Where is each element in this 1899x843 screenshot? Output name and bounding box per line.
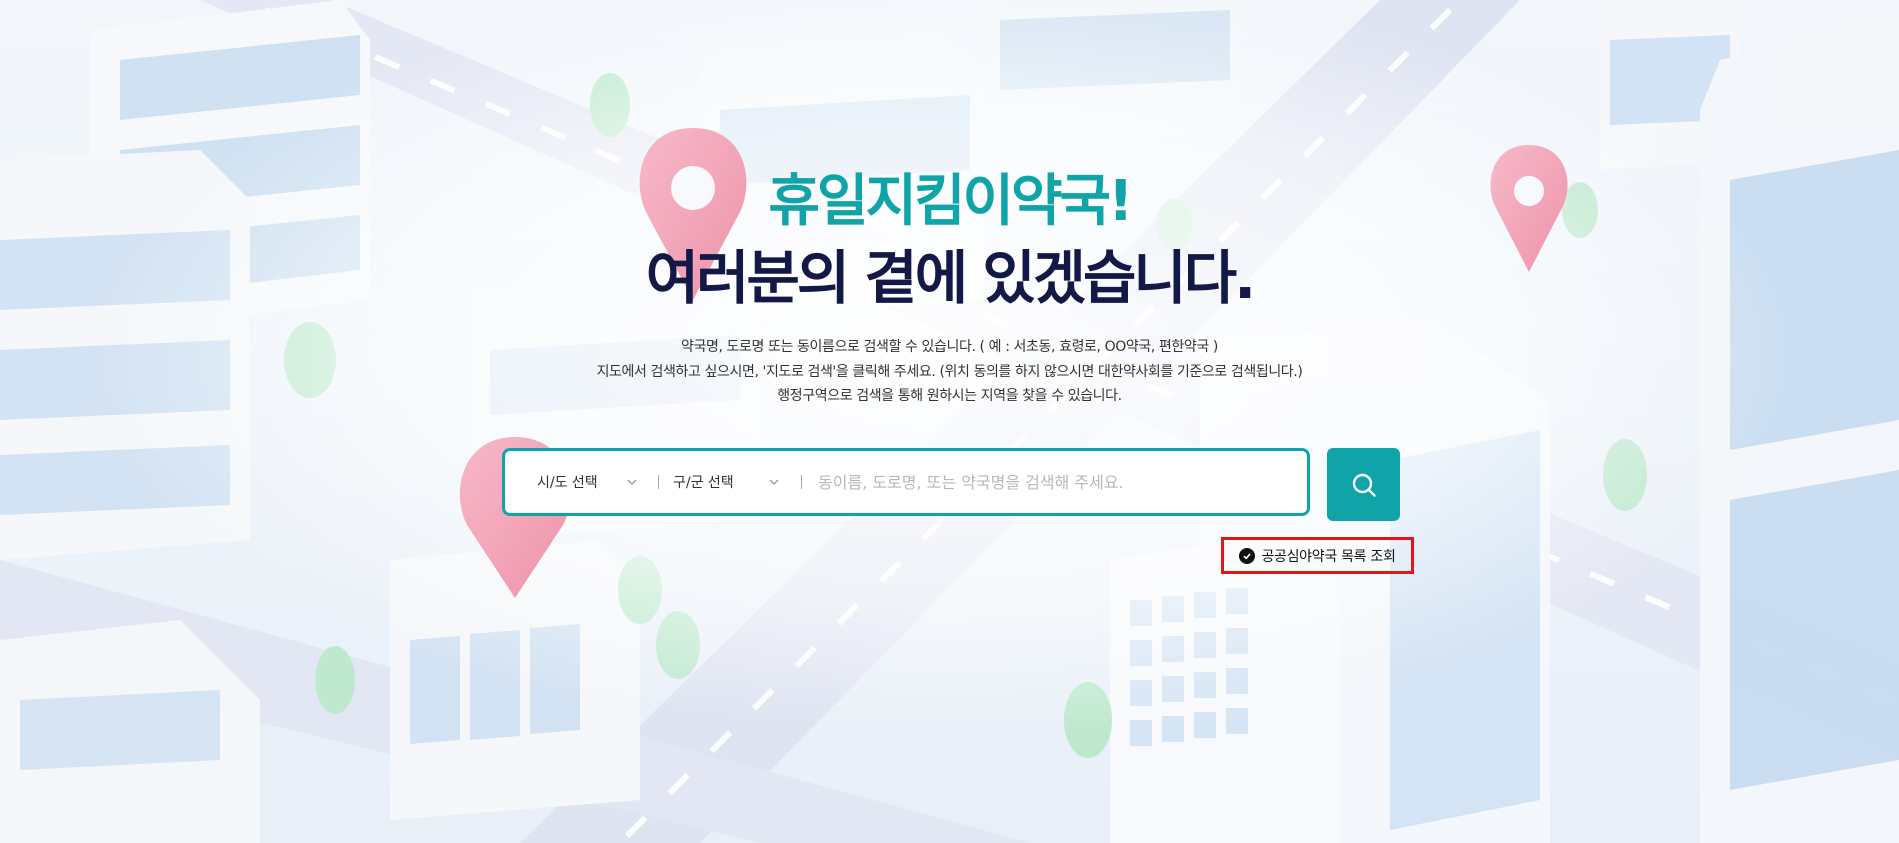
- gugun-select-label: 구/군 선택: [673, 475, 734, 491]
- night-pharmacy-link-label: 공공심야약국 목록 조회: [1261, 548, 1396, 565]
- night-pharmacy-list-link[interactable]: 공공심야약국 목록 조회: [1221, 537, 1414, 574]
- gugun-select[interactable]: 구/군 선택: [673, 451, 781, 513]
- sido-select[interactable]: 시/도 선택: [505, 451, 639, 513]
- sido-select-label: 시/도 선택: [537, 475, 598, 491]
- chevron-down-icon: [627, 479, 637, 485]
- chevron-down-icon: [769, 479, 779, 485]
- search-bar: 시/도 선택 구/군 선택: [502, 448, 1310, 516]
- guide-line-3: 행정구역으로 검색을 통해 원하시는 지역을 찾을 수 있습니다.: [777, 388, 1122, 404]
- guide-line-2: 지도에서 검색하고 싶으시면, '지도로 검색'을 클릭해 주세요. (위치 동…: [596, 363, 1303, 380]
- search-button[interactable]: [1327, 448, 1400, 521]
- guide-line-1: 약국명, 도로명 또는 동이름으로 검색할 수 있습니다. ( 예 : 서초동,…: [681, 339, 1218, 355]
- input-divider: [801, 475, 802, 489]
- search-input[interactable]: [816, 450, 1307, 514]
- hero-title-highlight: 휴일지킴이약국!: [768, 169, 1133, 234]
- hero-title-main: 여러분의 곁에 있겠습니다.: [645, 244, 1256, 312]
- check-circle-icon: [1239, 547, 1256, 564]
- city-background: [0, 0, 1899, 843]
- select-divider: [658, 475, 659, 489]
- search-icon: [1352, 473, 1376, 497]
- search-guide-text: 약국명, 도로명 또는 동이름으로 검색할 수 있습니다. ( 예 : 서초동,…: [0, 335, 1899, 409]
